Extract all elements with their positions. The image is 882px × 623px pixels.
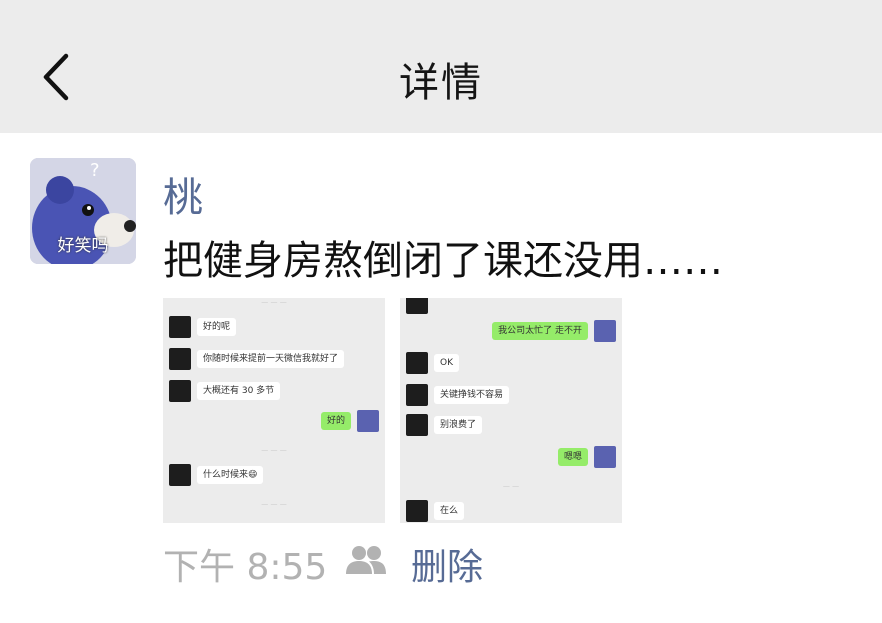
chat-message: 你随时候来提前一天微信我就好了 <box>163 348 385 370</box>
mini-avatar <box>169 464 191 486</box>
chat-bubble: 好的 <box>320 412 351 430</box>
post-image-2[interactable]: 我公司太忙了 走不开 OK 关键挣钱不容易 别浪费了 嗯嗯 — — 在么 <box>400 298 622 523</box>
faint-timestamp: — — — <box>261 500 287 508</box>
avatar-caption: 好笑吗 <box>57 236 109 256</box>
chat-message: 大概还有 30 多节 <box>163 380 385 402</box>
mini-avatar <box>169 316 191 338</box>
mini-avatar <box>594 446 616 468</box>
chat-bubble: OK <box>434 354 459 372</box>
faint-timestamp: — — — <box>261 298 287 306</box>
mini-avatar <box>357 410 379 432</box>
page-title: 详情 <box>399 60 483 106</box>
chat-bubble: 大概还有 30 多节 <box>197 382 281 400</box>
post-text: 把健身房熬倒闭了课还没用…… <box>163 238 723 284</box>
avatar-question-mark: ? <box>90 160 100 181</box>
mini-avatar <box>406 352 428 374</box>
delete-button[interactable]: 删除 <box>411 538 483 590</box>
faint-timestamp: — — <box>502 482 520 490</box>
chat-message: 好的 <box>163 410 385 432</box>
chat-bubble: 别浪费了 <box>434 416 483 434</box>
avatar[interactable]: ? 好笑吗 <box>30 158 136 264</box>
mini-avatar <box>406 298 428 314</box>
chat-message: 在么 <box>400 500 622 522</box>
chat-message: OK <box>400 352 622 374</box>
chat-message: 我公司太忙了 走不开 <box>400 320 622 342</box>
post-image-1[interactable]: — — — 好的呢 你随时候来提前一天微信我就好了 大概还有 30 多节 好的 … <box>163 298 385 523</box>
chat-bubble: 好的呢 <box>197 318 237 336</box>
chat-message: 别浪费了 <box>400 414 622 436</box>
chat-message: 好的呢 <box>163 316 385 338</box>
chat-bubble: 你随时候来提前一天微信我就好了 <box>197 350 345 368</box>
navigation-bar: 详情 <box>0 0 882 133</box>
chat-bubble: 我公司太忙了 走不开 <box>492 322 588 340</box>
mini-avatar <box>169 348 191 370</box>
chat-bubble: 在么 <box>434 502 465 520</box>
people-icon[interactable] <box>345 544 387 576</box>
chat-message <box>400 298 622 314</box>
chat-bubble: 关键挣钱不容易 <box>434 386 510 404</box>
chat-bubble: 嗯嗯 <box>557 448 588 466</box>
mini-avatar <box>594 320 616 342</box>
post-timestamp: 下午 8:55 <box>163 547 328 588</box>
mini-avatar <box>406 384 428 406</box>
mini-avatar <box>406 500 428 522</box>
mini-avatar <box>406 414 428 436</box>
chat-message: 关键挣钱不容易 <box>400 384 622 406</box>
post-username[interactable]: 桃 <box>163 165 203 223</box>
chat-message: 什么时候来😄 <box>163 464 385 486</box>
chat-message: 嗯嗯 <box>400 446 622 468</box>
mini-avatar <box>169 380 191 402</box>
chat-bubble: 什么时候来😄 <box>197 466 264 484</box>
faint-timestamp: — — — <box>261 446 287 454</box>
